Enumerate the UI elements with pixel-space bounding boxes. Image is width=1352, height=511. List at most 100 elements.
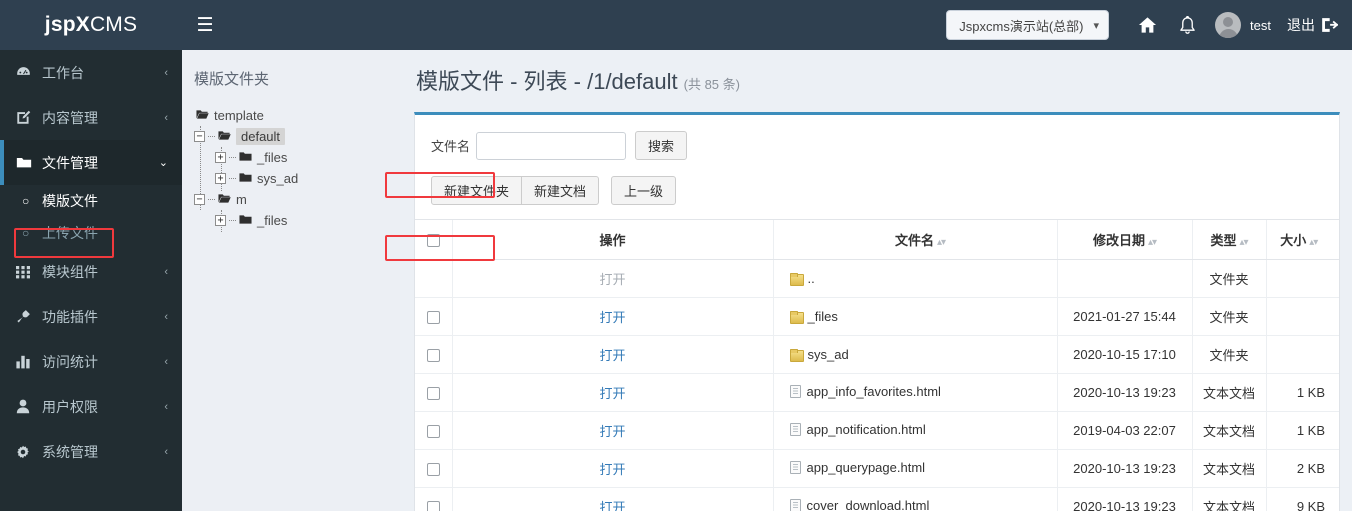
dashboard-icon <box>16 66 38 79</box>
chevron-left-icon: ‹ <box>164 66 168 79</box>
app-logo[interactable]: jspX CMS <box>0 0 182 50</box>
tree-toggle-collapse[interactable]: − <box>194 131 205 142</box>
open-link[interactable]: 打开 <box>599 462 625 477</box>
file-list-panel: 文件名 搜索 新建文件夹 新建文档 上一级 操作 文件名 ▴▾ 修改日期 ▴▾ … <box>414 112 1340 511</box>
user-menu[interactable]: test <box>1215 12 1271 38</box>
record-count-label: (共 85 条) <box>683 77 740 92</box>
sidebar-item-plugins[interactable]: 功能插件 ‹ <box>0 294 182 339</box>
tree-connector-dots <box>208 199 215 200</box>
tree-connector-dots <box>229 220 236 221</box>
site-selector-label: Jspxcms演示站(总部) <box>959 18 1084 34</box>
logout-button[interactable]: 退出 <box>1287 15 1338 35</box>
row-checkbox[interactable] <box>426 387 440 401</box>
row-checkbox[interactable] <box>426 349 440 363</box>
tree-node-label: sys_ad <box>257 171 299 186</box>
site-selector-dropdown[interactable]: Jspxcms演示站(总部) ▾ <box>946 10 1110 40</box>
sidebar-item-workbench[interactable]: 工作台 ‹ <box>0 50 182 95</box>
sidebar-item-label: 系统管理 <box>42 443 98 460</box>
row-type-cell: 文本文档 <box>1191 449 1266 488</box>
tree-connector-dots <box>229 157 236 158</box>
new-folder-button[interactable]: 新建文件夹 <box>431 176 523 205</box>
sort-icon: ▴▾ <box>936 237 946 248</box>
top-right-group: Jspxcms演示站(总部) ▾ test 退出 <box>946 0 1352 50</box>
filename-search-input[interactable] <box>476 131 627 160</box>
tree-node[interactable]: + _files <box>194 147 400 168</box>
tree-node[interactable]: + sys_ad <box>194 168 400 189</box>
grid-icon <box>16 265 38 279</box>
new-document-button[interactable]: 新建文档 <box>521 176 600 205</box>
edit-icon <box>16 110 38 125</box>
button-spacer <box>599 176 611 205</box>
row-operation-cell: 打开 <box>451 335 773 374</box>
sidebar-item-label: 文件管理 <box>42 154 98 171</box>
row-operation-cell: 打开 <box>451 411 773 450</box>
sidebar-item-label: 访问统计 <box>42 353 98 370</box>
row-filename-cell: _files <box>772 297 1057 336</box>
sidebar-item-system[interactable]: 系统管理 ‹ <box>0 429 182 474</box>
table-row[interactable]: 打开 app_info_favorites.html 2020-10-13 19:2… <box>415 373 1339 412</box>
sidebar-item-template-files[interactable]: ○ 模版文件 <box>0 185 182 217</box>
sidebar-nav: 工作台 ‹ 内容管理 ‹ 文件管理 ⌄ ○ 模版文件 ○ 上传文件 模块组件 ‹… <box>0 50 182 511</box>
up-level-button[interactable]: 上一级 <box>611 176 677 205</box>
open-link[interactable]: 打开 <box>599 424 625 439</box>
table-row[interactable]: 打开 app_querypage.html 2020-10-13 19:23 文本文档… <box>415 449 1339 488</box>
circle-icon: ○ <box>22 226 30 240</box>
row-date-cell: 2019-04-03 22:07 <box>1056 411 1192 450</box>
tree-toggle-expand[interactable]: + <box>215 152 226 163</box>
sidebar-item-modules[interactable]: 模块组件 ‹ <box>0 249 182 294</box>
page-title-text: 模版文件 - 列表 - /1/default <box>416 69 678 94</box>
column-header-type[interactable]: 类型 ▴▾ <box>1191 219 1266 260</box>
row-checkbox[interactable] <box>426 311 440 325</box>
row-select-cell <box>415 335 452 374</box>
sidebar-item-file-management[interactable]: 文件管理 ⌄ <box>0 140 182 185</box>
row-type-cell: 文本文档 <box>1191 373 1266 412</box>
tree-node[interactable]: template <box>194 105 400 126</box>
table-row[interactable]: 打开 app_notification.html 2019-04-03 22:07 文… <box>415 411 1339 450</box>
hamburger-icon[interactable]: ☰ <box>182 0 228 50</box>
row-checkbox[interactable] <box>426 463 440 477</box>
notification-bell-icon[interactable] <box>1167 0 1207 50</box>
table-row[interactable]: 打开 cover_download.html 2020-10-13 19:23 文本文… <box>415 487 1339 511</box>
search-button[interactable]: 搜索 <box>635 131 688 160</box>
open-link[interactable]: 打开 <box>599 310 625 325</box>
row-checkbox[interactable] <box>426 425 440 439</box>
table-row[interactable]: 打开 _files 2021-01-27 15:44 文件夹 <box>415 297 1339 336</box>
app-root: jspX CMS ☰ Jspxcms演示站(总部) ▾ test 退出 工作台 … <box>0 0 1352 511</box>
sidebar-item-label: 工作台 <box>42 64 84 81</box>
tree-node-default[interactable]: − default <box>194 126 400 147</box>
column-header-modified-date[interactable]: 修改日期 ▴▾ <box>1056 219 1192 260</box>
tree-toggle-expand[interactable]: + <box>215 173 226 184</box>
row-size-cell <box>1265 297 1339 336</box>
tree-node[interactable]: + _files <box>194 210 400 231</box>
row-operation-cell: 打开 <box>451 373 773 412</box>
row-date-cell: 2021-01-27 15:44 <box>1056 297 1192 336</box>
sidebar-item-content[interactable]: 内容管理 ‹ <box>0 95 182 140</box>
table-row[interactable]: 打开.. 文件夹 <box>415 259 1339 298</box>
gear-icon <box>16 445 38 459</box>
row-filename-cell: cover_download.html <box>772 487 1057 511</box>
column-header-filename[interactable]: 文件名 ▴▾ <box>772 219 1057 260</box>
row-checkbox[interactable] <box>426 501 440 511</box>
column-header-type-label: 类型 <box>1210 233 1237 248</box>
open-link[interactable]: 打开 <box>599 386 625 401</box>
chevron-left-icon: ‹ <box>164 355 168 368</box>
open-link[interactable]: 打开 <box>599 500 625 511</box>
select-all-checkbox[interactable] <box>426 234 440 248</box>
tree-node-m[interactable]: − m <box>194 189 400 210</box>
open-link[interactable]: 打开 <box>599 348 625 363</box>
column-header-size[interactable]: 大小 ▴▾ <box>1265 219 1339 260</box>
logout-icon <box>1322 18 1338 32</box>
row-date-cell: 2020-10-13 19:23 <box>1056 373 1192 412</box>
filter-bar: 文件名 搜索 <box>415 115 1339 160</box>
home-icon[interactable] <box>1127 0 1167 50</box>
table-row[interactable]: 打开 sys_ad 2020-10-15 17:10 文件夹 <box>415 335 1339 374</box>
sidebar-item-upload-files[interactable]: ○ 上传文件 <box>0 217 182 249</box>
username-label: test <box>1250 17 1271 33</box>
sidebar-item-statistics[interactable]: 访问统计 ‹ <box>0 339 182 384</box>
tree-toggle-expand[interactable]: + <box>215 215 226 226</box>
document-icon <box>789 423 801 436</box>
user-icon <box>16 399 38 414</box>
sidebar-item-user-permissions[interactable]: 用户权限 ‹ <box>0 384 182 429</box>
row-size-cell <box>1265 335 1339 374</box>
tree-toggle-collapse[interactable]: − <box>194 194 205 205</box>
